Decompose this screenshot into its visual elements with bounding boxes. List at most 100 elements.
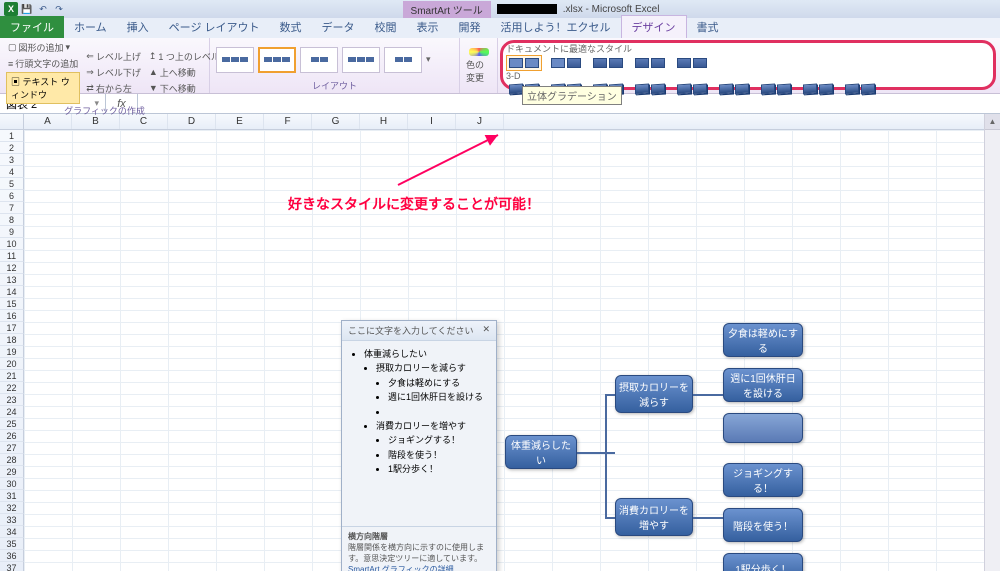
row-27[interactable]: 27 bbox=[0, 442, 24, 454]
textpane-close-icon[interactable]: ✕ bbox=[482, 324, 490, 337]
smartart-diagram[interactable]: 体重減らしたい 摂取カロリーを減らす 消費カロリーを増やす 夕食は軽めにする 週… bbox=[505, 320, 885, 571]
tab-file[interactable]: ファイル bbox=[0, 16, 64, 38]
bullet-b1[interactable]: 摂取カロリーを減らす bbox=[376, 361, 486, 375]
row-34[interactable]: 34 bbox=[0, 526, 24, 538]
tab-home[interactable]: ホーム bbox=[64, 16, 117, 38]
tab-view[interactable]: 表示 bbox=[407, 16, 449, 38]
node-root[interactable]: 体重減らしたい bbox=[505, 435, 577, 469]
tab-design[interactable]: デザイン bbox=[621, 15, 687, 38]
style-flat-4[interactable] bbox=[632, 55, 668, 71]
col-F[interactable]: F bbox=[264, 114, 312, 129]
row-13[interactable]: 13 bbox=[0, 274, 24, 286]
node-b1b[interactable]: 週に1回休肝日を設ける bbox=[723, 368, 803, 402]
row-9[interactable]: 9 bbox=[0, 226, 24, 238]
row-3[interactable]: 3 bbox=[0, 154, 24, 166]
worksheet-grid[interactable]: 1234567891011121314151617181920212223242… bbox=[0, 130, 1000, 571]
add-bullet-button[interactable]: ≡ 行頭文字の追加 bbox=[6, 56, 80, 71]
node-empty[interactable] bbox=[723, 413, 803, 443]
row-28[interactable]: 28 bbox=[0, 454, 24, 466]
change-color-button[interactable]: 色の変更 bbox=[466, 48, 491, 84]
row-18[interactable]: 18 bbox=[0, 334, 24, 346]
node-b2a[interactable]: ジョギングする！ bbox=[723, 463, 803, 497]
bullet-b2b[interactable]: 階段を使う！ bbox=[388, 448, 486, 462]
col-E[interactable]: E bbox=[216, 114, 264, 129]
style-flat-1[interactable] bbox=[506, 55, 542, 71]
bullet-b2c[interactable]: 1駅分歩く！ bbox=[388, 462, 486, 476]
row-31[interactable]: 31 bbox=[0, 490, 24, 502]
col-I[interactable]: I bbox=[408, 114, 456, 129]
bullet-root[interactable]: 体重減らしたい bbox=[364, 347, 486, 361]
row-11[interactable]: 11 bbox=[0, 250, 24, 262]
undo-icon[interactable]: ↶ bbox=[36, 2, 50, 16]
row-6[interactable]: 6 bbox=[0, 190, 24, 202]
style-flat-5[interactable] bbox=[674, 55, 710, 71]
row-37[interactable]: 37 bbox=[0, 562, 24, 571]
node-b2c[interactable]: 1駅分歩く！ bbox=[723, 553, 803, 571]
row-33[interactable]: 33 bbox=[0, 514, 24, 526]
style-3d-6[interactable] bbox=[716, 81, 752, 97]
tab-formula[interactable]: 数式 bbox=[270, 16, 312, 38]
row-20[interactable]: 20 bbox=[0, 358, 24, 370]
tab-format[interactable]: 書式 bbox=[687, 16, 729, 38]
layout-thumb-2[interactable] bbox=[258, 47, 296, 73]
row-23[interactable]: 23 bbox=[0, 394, 24, 406]
row-36[interactable]: 36 bbox=[0, 550, 24, 562]
text-window-button[interactable]: ▣ テキスト ウィンドウ bbox=[6, 72, 80, 104]
smartart-text-pane[interactable]: ここに文字を入力してください✕ 体重減らしたい 摂取カロリーを減らす 夕食は軽め… bbox=[341, 320, 497, 571]
layout-thumb-4[interactable] bbox=[342, 47, 380, 73]
textpane-help-link[interactable]: SmartArt グラフィックの詳細 bbox=[348, 565, 454, 571]
node-b1a[interactable]: 夕食は軽めにする bbox=[723, 323, 803, 357]
row-12[interactable]: 12 bbox=[0, 262, 24, 274]
style-3d-7[interactable] bbox=[758, 81, 794, 97]
row-10[interactable]: 10 bbox=[0, 238, 24, 250]
layout-thumb-3[interactable] bbox=[300, 47, 338, 73]
row-4[interactable]: 4 bbox=[0, 166, 24, 178]
node-b1[interactable]: 摂取カロリーを減らす bbox=[615, 375, 693, 413]
vertical-scrollbar[interactable]: ▲ bbox=[984, 114, 1000, 571]
row-5[interactable]: 5 bbox=[0, 178, 24, 190]
tab-custom[interactable]: 活用しよう！エクセル bbox=[491, 16, 621, 38]
row-14[interactable]: 14 bbox=[0, 286, 24, 298]
col-J[interactable]: J bbox=[456, 114, 504, 129]
save-icon[interactable]: 💾 bbox=[20, 2, 34, 16]
bullet-b1a[interactable]: 夕食は軽めにする bbox=[388, 376, 486, 390]
scroll-up-icon[interactable]: ▲ bbox=[985, 114, 1000, 130]
bullet-b2[interactable]: 消費カロリーを増やす bbox=[376, 419, 486, 433]
col-H[interactable]: H bbox=[360, 114, 408, 129]
tab-dev[interactable]: 開発 bbox=[449, 16, 491, 38]
row-8[interactable]: 8 bbox=[0, 214, 24, 226]
col-G[interactable]: G bbox=[312, 114, 360, 129]
row-26[interactable]: 26 bbox=[0, 430, 24, 442]
layout-thumb-1[interactable] bbox=[216, 47, 254, 73]
layout-more-icon[interactable]: ▾ bbox=[426, 54, 431, 65]
level-up-button[interactable]: ⇐ レベル上げ bbox=[84, 49, 143, 64]
row-35[interactable]: 35 bbox=[0, 538, 24, 550]
row-25[interactable]: 25 bbox=[0, 418, 24, 430]
layout-thumb-5[interactable] bbox=[384, 47, 422, 73]
style-3d-8[interactable] bbox=[800, 81, 836, 97]
bullet-b2a[interactable]: ジョギングする！ bbox=[388, 433, 486, 447]
style-3d-9[interactable] bbox=[842, 81, 878, 97]
style-3d-4[interactable] bbox=[632, 81, 668, 97]
level-down-button[interactable]: ⇒ レベル下げ bbox=[84, 65, 143, 80]
style-flat-2[interactable] bbox=[548, 55, 584, 71]
row-2[interactable]: 2 bbox=[0, 142, 24, 154]
tab-page-layout[interactable]: ページ レイアウト bbox=[159, 16, 270, 38]
node-b2[interactable]: 消費カロリーを増やす bbox=[615, 498, 693, 536]
row-32[interactable]: 32 bbox=[0, 502, 24, 514]
tab-review[interactable]: 校閲 bbox=[365, 16, 407, 38]
row-1[interactable]: 1 bbox=[0, 130, 24, 142]
bullet-b1b[interactable]: 週に1回休肝日を設ける bbox=[388, 390, 486, 404]
row-22[interactable]: 22 bbox=[0, 382, 24, 394]
style-flat-3[interactable] bbox=[590, 55, 626, 71]
row-30[interactable]: 30 bbox=[0, 478, 24, 490]
tab-data[interactable]: データ bbox=[312, 16, 365, 38]
row-19[interactable]: 19 bbox=[0, 346, 24, 358]
row-7[interactable]: 7 bbox=[0, 202, 24, 214]
add-shape-button[interactable]: ▢ 図形の追加 ▾ bbox=[6, 40, 80, 55]
style-3d-5[interactable] bbox=[674, 81, 710, 97]
redo-icon[interactable]: ↷ bbox=[52, 2, 66, 16]
row-15[interactable]: 15 bbox=[0, 298, 24, 310]
row-24[interactable]: 24 bbox=[0, 406, 24, 418]
rtl-button[interactable]: ⇄ 右から左 bbox=[84, 81, 143, 96]
